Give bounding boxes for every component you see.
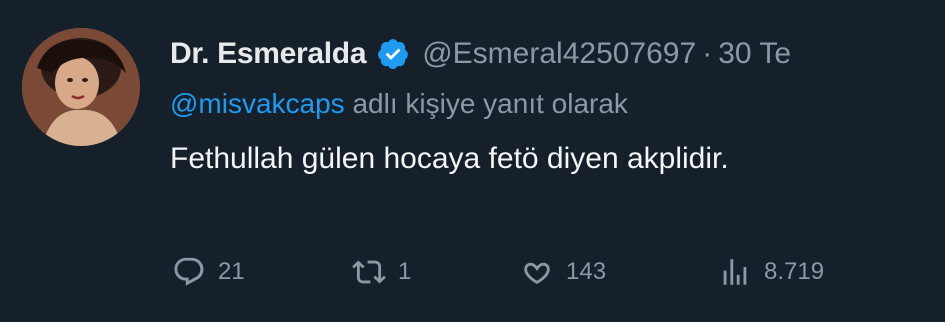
user-handle[interactable]: @Esmeral42507697 — [422, 37, 696, 71]
reply-mention-link[interactable]: @misvakcaps — [170, 88, 345, 119]
profile-avatar[interactable] — [22, 28, 140, 146]
reply-count: 21 — [218, 258, 245, 285]
views-icon — [718, 255, 752, 289]
like-button[interactable]: 143 — [520, 250, 606, 294]
like-count: 143 — [566, 258, 607, 285]
tweet-card[interactable]: Dr. Esmeralda @Esmeral42507697 · 30 Te @… — [0, 0, 945, 322]
retweet-count: 1 — [398, 258, 412, 285]
reply-context: @misvakcaps adlı kişiye yanıt olarak — [170, 88, 628, 120]
views-count: 8.719 — [764, 258, 825, 285]
heart-icon — [520, 255, 554, 289]
tweet-header: Dr. Esmeralda @Esmeral42507697 · 30 Te — [170, 34, 791, 74]
retweet-icon — [352, 255, 386, 289]
tweet-actions: 21 1 143 8.719 — [0, 250, 945, 294]
avatar-image — [22, 28, 140, 146]
reply-icon — [172, 255, 206, 289]
retweet-button[interactable]: 1 — [352, 250, 411, 294]
display-name[interactable]: Dr. Esmeralda — [170, 37, 367, 71]
tweet-date[interactable]: 30 Te — [718, 37, 791, 71]
reply-button[interactable]: 21 — [172, 250, 245, 294]
verified-badge-icon — [376, 37, 410, 71]
views-button[interactable]: 8.719 — [718, 250, 824, 294]
tweet-text: Fethullah gülen hocaya fetö diyen akplid… — [170, 142, 729, 175]
separator-dot: · — [702, 37, 713, 70]
reply-context-text: adlı kişiye yanıt olarak — [344, 88, 628, 119]
